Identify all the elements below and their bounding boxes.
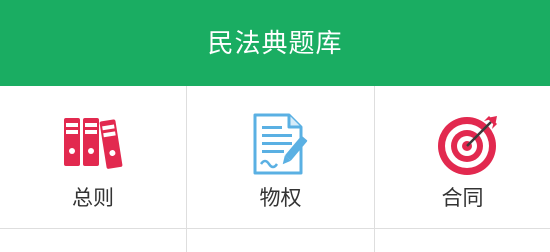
- category-contract[interactable]: 合同: [375, 86, 550, 228]
- category-property-rights[interactable]: 物权: [187, 86, 374, 228]
- document-pen-icon: [253, 113, 308, 175]
- category-general-provisions[interactable]: 总则: [0, 86, 186, 228]
- category-label: 总则: [72, 186, 114, 210]
- row-divider: [0, 228, 550, 229]
- page-title: 民法典题库: [207, 28, 343, 59]
- app-screen: 民法典题库 总则 物权 合同: [0, 0, 550, 252]
- target-arrow-icon: [438, 116, 497, 175]
- category-grid: 总则 物权 合同: [0, 86, 550, 252]
- category-label: 合同: [441, 186, 484, 210]
- binders-icon: [64, 118, 123, 169]
- title-bar: 民法典题库: [0, 0, 550, 86]
- category-label: 物权: [259, 186, 302, 210]
